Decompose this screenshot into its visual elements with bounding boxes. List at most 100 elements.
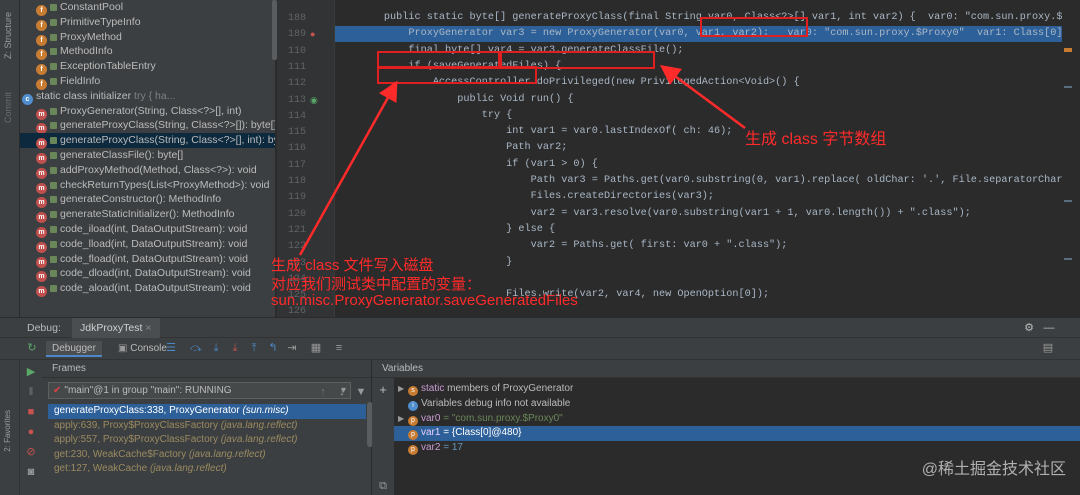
line-number[interactable]: 188 — [288, 13, 306, 24]
code-line[interactable]: Path var2; — [335, 140, 1062, 156]
view-breakpoints-icon[interactable]: ● — [25, 426, 37, 438]
restore-layout-icon[interactable]: ▤ — [1042, 342, 1054, 354]
structure-item[interactable]: c static class initializer try { ha... — [20, 89, 275, 105]
line-number[interactable]: 118 — [288, 176, 306, 187]
variable-row[interactable]: ▶ p var0 = "com.sun.proxy.$Proxy0" — [394, 412, 1080, 427]
structure-item[interactable]: f MethodInfo — [20, 44, 275, 61]
structure-item[interactable]: m generateProxyClass(String, Class<?>[]):… — [20, 118, 275, 135]
show-execution-point-icon[interactable]: ☰ — [165, 342, 177, 354]
line-number[interactable]: 116 — [288, 143, 306, 154]
copy-icon[interactable]: ⧉ — [377, 480, 389, 492]
expand-icon[interactable]: ▶ — [398, 412, 408, 427]
line-number[interactable]: 113 — [288, 95, 306, 106]
line-number[interactable]: 110 — [288, 46, 306, 57]
add-watch-icon[interactable]: + — [377, 383, 389, 396]
stop-icon[interactable]: ■ — [25, 406, 37, 418]
force-step-into-icon[interactable]: ⤓ — [229, 342, 241, 354]
code-line-current[interactable]: ProxyGenerator var3 = new ProxyGenerator… — [335, 26, 1062, 43]
structure-item[interactable]: m ProxyGenerator(String, Class<?>[], int) — [20, 104, 275, 120]
frame-up-icon[interactable]: ↑ — [317, 386, 329, 398]
frame-row[interactable]: generateProxyClass:338, ProxyGenerator (… — [48, 404, 366, 419]
code-line[interactable]: var2 = Paths.get( first: var0 + ".class"… — [335, 238, 1062, 254]
override-icon[interactable]: ◉ — [310, 95, 318, 106]
structure-item[interactable]: m addProxyMethod(Method, Class<?>): void — [20, 163, 275, 179]
line-number[interactable]: 111 — [288, 62, 306, 73]
breakpoint-icon[interactable]: ● — [310, 29, 315, 39]
code-line[interactable]: try { — [335, 108, 1062, 124]
code-line[interactable]: } — [335, 255, 1062, 271]
structure-item[interactable]: m code_dload(int, DataOutputStream): void — [20, 266, 275, 283]
structure-item[interactable]: f ConstantPool — [20, 0, 275, 16]
pause-icon[interactable]: ‖ — [25, 386, 37, 398]
camera-icon[interactable]: ◙ — [25, 466, 37, 478]
structure-item[interactable]: m code_lload(int, DataOutputStream): void — [20, 237, 275, 253]
run-to-cursor-icon[interactable]: ⇥ — [286, 342, 298, 354]
favorites-strip-label[interactable]: 2: Favorites — [3, 410, 12, 452]
mute-breakpoints-icon[interactable]: ⊘ — [25, 446, 37, 458]
line-number[interactable]: 189 — [288, 29, 306, 40]
gear-icon[interactable]: ⚙ — [1022, 321, 1036, 335]
close-icon[interactable]: × — [145, 322, 151, 334]
structure-item[interactable]: m generateClassFile(): byte[] — [20, 148, 275, 164]
code-line[interactable]: } else { — [335, 222, 1062, 238]
commit-strip-label[interactable]: Commit — [3, 92, 13, 123]
frame-row[interactable]: get:230, WeakCache$Factory (java.lang.re… — [48, 448, 366, 463]
layout-icon[interactable]: ≡ — [333, 342, 345, 354]
debug-session-tab[interactable]: JdkProxyTest × — [72, 318, 160, 338]
step-out-icon[interactable]: ⤒ — [248, 342, 260, 354]
line-number[interactable]: 117 — [288, 160, 306, 171]
line-number[interactable]: 112 — [288, 78, 306, 89]
variable-row[interactable]: p var2 = 17 — [394, 441, 1080, 456]
variable-row[interactable]: i Variables debug info not available — [394, 397, 1080, 412]
code-line[interactable]: public Void run() { — [335, 92, 1062, 108]
line-number[interactable]: 115 — [288, 127, 306, 138]
frame-down-icon[interactable]: ↓ — [336, 386, 348, 398]
line-number[interactable]: 119 — [288, 192, 306, 203]
minimize-icon[interactable]: — — [1042, 321, 1056, 335]
resume-icon[interactable]: ▶ — [25, 366, 37, 378]
expand-icon[interactable]: ▶ — [398, 382, 408, 397]
code-line[interactable]: if (var1 > 0) { — [335, 157, 1062, 173]
usage-marker[interactable] — [1064, 258, 1072, 260]
editor-scrollbar[interactable] — [1062, 0, 1080, 317]
code-line[interactable]: int var1 = var0.lastIndexOf( ch: 46); — [335, 124, 1062, 140]
warning-marker[interactable] — [1064, 48, 1072, 52]
evaluate-expression-icon[interactable]: ▦ — [310, 342, 322, 354]
variable-row[interactable]: p var1 = {Class[0]@480} — [394, 426, 1080, 441]
step-over-icon[interactable]: ⤼ — [190, 342, 202, 354]
line-number[interactable]: 122 — [288, 241, 306, 252]
structure-item[interactable]: m code_fload(int, DataOutputStream): void — [20, 252, 275, 268]
usage-marker[interactable] — [1064, 86, 1072, 88]
step-into-icon[interactable]: ⤓ — [210, 342, 222, 354]
structure-item[interactable]: m generateConstructor(): MethodInfo — [20, 192, 275, 209]
frame-row[interactable]: get:127, WeakCache (java.lang.reflect) — [48, 462, 366, 477]
tab-console[interactable]: ▣ Console — [112, 341, 173, 357]
structure-item[interactable]: f ProxyMethod — [20, 30, 275, 46]
tab-debugger[interactable]: Debugger — [46, 341, 102, 357]
line-number[interactable]: 120 — [288, 209, 306, 220]
drop-frame-icon[interactable]: ↰ — [267, 342, 279, 354]
structure-item[interactable]: m code_iload(int, DataOutputStream): void — [20, 222, 275, 238]
structure-item[interactable]: m checkReturnTypes(List<ProxyMethod>): vo… — [20, 178, 275, 194]
structure-item[interactable]: m generateStaticInitializer(): MethodInfo — [20, 207, 275, 224]
code-line[interactable]: Files.createDirectories(var3); — [335, 189, 1062, 205]
structure-item[interactable]: f FieldInfo — [20, 74, 275, 90]
frame-row[interactable]: apply:639, Proxy$ProxyClassFactory (java… — [48, 419, 366, 434]
code-line[interactable]: Path var3 = Paths.get(var0.substring(0, … — [335, 173, 1062, 189]
variable-row[interactable]: ▶ s static members of ProxyGenerator — [394, 382, 1080, 397]
usage-marker[interactable] — [1064, 200, 1072, 202]
structure-item[interactable]: m code_aload(int, DataOutputStream): void — [20, 281, 275, 298]
structure-item[interactable]: f ExceptionTableEntry — [20, 59, 275, 76]
code-editor[interactable]: public static byte[] generateProxyClass(… — [335, 0, 1062, 317]
rerun-icon[interactable]: ↻ — [26, 342, 38, 354]
line-number[interactable]: 114 — [288, 111, 306, 122]
frame-row[interactable]: apply:557, Proxy$ProxyClassFactory (java… — [48, 433, 366, 448]
structure-strip-label[interactable]: Z: Structure — [3, 12, 13, 59]
code-line[interactable]: var2 = var3.resolve(var0.substring(var1 … — [335, 206, 1062, 222]
filter-icon[interactable]: ▼ — [355, 386, 367, 398]
structure-item[interactable]: f PrimitiveTypeInfo — [20, 15, 275, 31]
thread-select[interactable]: ✔ "main"@1 in group "main": RUNNING ▾ — [48, 382, 351, 399]
structure-item[interactable]: m generateProxyClass(String, Class<?>[], … — [20, 133, 275, 150]
code-line[interactable]: public static byte[] generateProxyClass(… — [335, 10, 1062, 26]
line-number[interactable]: 121 — [288, 225, 306, 236]
